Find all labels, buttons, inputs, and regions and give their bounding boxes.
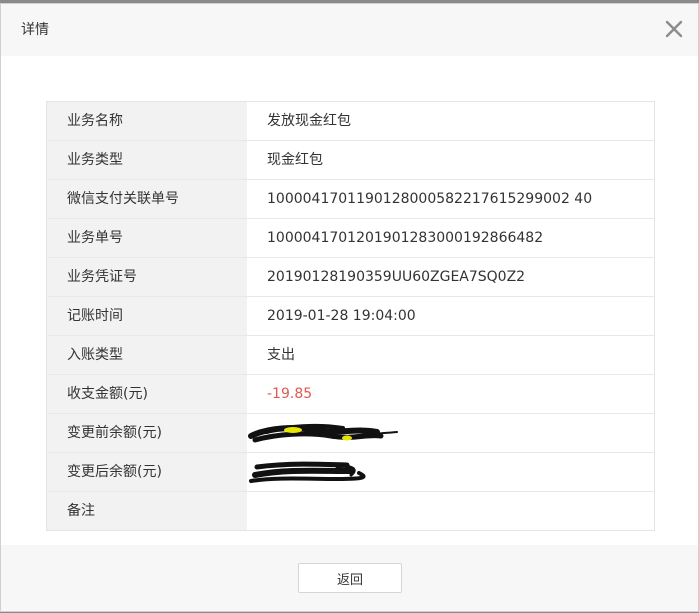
row-label-business-order: 业务单号: [46, 218, 247, 258]
table-row: 业务凭证号 20190128190359UU60ZGEA7SQ0Z2: [46, 257, 655, 297]
row-label-wechat-pay-order: 微信支付关联单号: [46, 179, 247, 219]
table-row: 入账类型 支出: [46, 335, 655, 375]
table-row: 业务单号 1000041701201901283000192866482: [46, 218, 655, 258]
table-row: 业务名称 发放现金红包: [46, 101, 655, 141]
row-value-wechat-pay-order: 1000041701190128000582217615299002 40: [247, 179, 655, 219]
dialog-header: 详情: [1, 4, 698, 56]
close-icon[interactable]: [665, 20, 683, 38]
table-row: 变更前余额(元): [46, 413, 655, 453]
table-row: 微信支付关联单号 1000041701190128000582217615299…: [46, 179, 655, 219]
row-label-business-type: 业务类型: [46, 140, 247, 180]
detail-content: 业务名称 发放现金红包 业务类型 现金红包 微信支付关联单号 100004170…: [46, 101, 655, 531]
detail-dialog: 详情 业务名称 发放现金红包 业务类型 现金红包 微信支付关联单号 100004…: [0, 3, 699, 612]
table-row: 记账时间 2019-01-28 19:04:00: [46, 296, 655, 336]
row-label-balance-after: 变更后余额(元): [46, 452, 247, 492]
table-row: 备注: [46, 491, 655, 531]
dialog-title: 详情: [21, 22, 49, 38]
row-label-remarks: 备注: [46, 491, 247, 531]
row-value-remarks: [247, 491, 655, 531]
dialog-footer: 返回: [1, 545, 698, 611]
row-value-voucher-number: 20190128190359UU60ZGEA7SQ0Z2: [247, 257, 655, 297]
row-label-balance-before: 变更前余额(元): [46, 413, 247, 453]
back-button[interactable]: 返回: [298, 563, 402, 593]
row-label-voucher-number: 业务凭证号: [46, 257, 247, 297]
row-label-amount: 收支金额(元): [46, 374, 247, 414]
table-row: 收支金额(元) -19.85: [46, 374, 655, 414]
table-row: 变更后余额(元): [46, 452, 655, 492]
row-value-balance-after: [247, 452, 655, 492]
redaction-scribble: [249, 454, 654, 492]
row-value-balance-before: [247, 413, 655, 453]
row-label-booking-time: 记账时间: [46, 296, 247, 336]
row-value-business-type: 现金红包: [247, 140, 655, 180]
row-value-entry-type: 支出: [247, 335, 655, 375]
redaction-scribble: [248, 415, 654, 453]
row-label-entry-type: 入账类型: [46, 335, 247, 375]
row-label-business-name: 业务名称: [46, 101, 247, 141]
detail-table: 业务名称 发放现金红包 业务类型 现金红包 微信支付关联单号 100004170…: [46, 101, 655, 531]
row-value-amount: -19.85: [247, 374, 655, 414]
row-value-booking-time: 2019-01-28 19:04:00: [247, 296, 655, 336]
row-value-business-name: 发放现金红包: [247, 101, 655, 141]
row-value-business-order: 1000041701201901283000192866482: [247, 218, 655, 258]
table-row: 业务类型 现金红包: [46, 140, 655, 180]
